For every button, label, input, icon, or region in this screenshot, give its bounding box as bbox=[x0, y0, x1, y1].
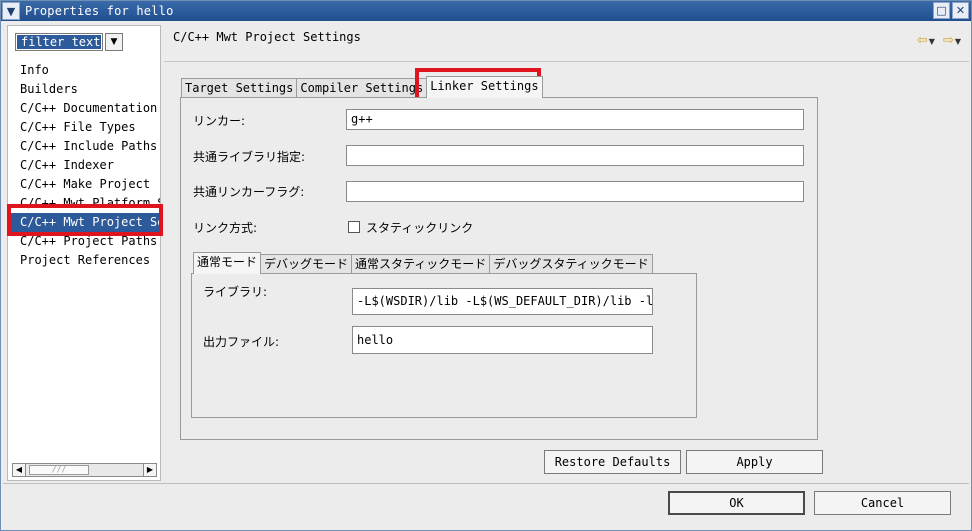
tab-linker-settings[interactable]: Linker Settings bbox=[426, 76, 543, 98]
tab-target-settings[interactable]: Target Settings bbox=[181, 78, 298, 98]
common-library-label: 共通ライブラリ指定: bbox=[193, 150, 306, 164]
sidebar-item-file-types[interactable]: C/C++ File Types bbox=[8, 118, 160, 137]
linker-label: リンカー: bbox=[193, 114, 246, 128]
filter-input[interactable]: filter text bbox=[15, 33, 103, 51]
properties-window: ▼ Properties for hello □ ✕ filter text ▼… bbox=[0, 0, 972, 531]
linker-field[interactable]: g++ bbox=[346, 109, 804, 130]
window-title: Properties for hello bbox=[25, 4, 174, 18]
chevron-down-icon[interactable]: ▼ bbox=[2, 2, 20, 20]
tab-normal-static-mode[interactable]: 通常スタティックモード bbox=[351, 254, 491, 274]
chevron-down-icon[interactable]: ▼ bbox=[105, 33, 123, 51]
sidebar-item-mwt-platform[interactable]: C/C++ Mwt Platform S bbox=[8, 194, 160, 213]
cancel-button[interactable]: Cancel bbox=[814, 491, 951, 515]
maximize-icon[interactable]: □ bbox=[933, 2, 950, 19]
scroll-right-icon[interactable]: ▶ bbox=[143, 464, 156, 476]
tab-debug-static-mode[interactable]: デバッグスタティックモード bbox=[489, 254, 653, 274]
output-file-field[interactable]: hello bbox=[352, 326, 653, 354]
tab-debug-mode[interactable]: デバッグモード bbox=[260, 254, 353, 274]
mode-tab-bar: 通常モード デバッグモード 通常スタティックモード デバッグスタティックモード bbox=[193, 252, 653, 274]
restore-defaults-button[interactable]: Restore Defaults bbox=[544, 450, 681, 474]
sidebar-item-documentation[interactable]: C/C++ Documentation bbox=[8, 99, 160, 118]
history-nav: ⇦▼ ⇨▼ bbox=[917, 33, 961, 48]
property-tree: Info Builders C/C++ Documentation C/C++ … bbox=[8, 61, 160, 270]
sidebar-item-mwt-project-settings[interactable]: C/C++ Mwt Project Se bbox=[8, 213, 160, 232]
sidebar-horizontal-scrollbar[interactable]: ◀ /// ▶ bbox=[12, 463, 157, 477]
common-linker-flags-label: 共通リンカーフラグ: bbox=[193, 185, 305, 199]
close-icon[interactable]: ✕ bbox=[952, 2, 969, 19]
scroll-left-icon[interactable]: ◀ bbox=[13, 464, 26, 476]
sidebar: filter text ▼ Info Builders C/C++ Docume… bbox=[7, 25, 161, 481]
library-label: ライブラリ: bbox=[203, 285, 268, 299]
sidebar-item-include-paths[interactable]: C/C++ Include Paths bbox=[8, 137, 160, 156]
sidebar-item-builders[interactable]: Builders bbox=[8, 80, 160, 99]
page-title: C/C++ Mwt Project Settings bbox=[173, 30, 361, 44]
apply-button[interactable]: Apply bbox=[686, 450, 823, 474]
sidebar-item-info[interactable]: Info bbox=[8, 61, 160, 80]
common-library-field[interactable] bbox=[346, 145, 804, 166]
scroll-thumb[interactable]: /// bbox=[29, 465, 89, 475]
library-field[interactable]: -L$(WSDIR)/lib -L$(WS_DEFAULT_DIR)/lib -… bbox=[352, 288, 653, 315]
ok-button[interactable]: OK bbox=[668, 491, 805, 515]
static-link-label[interactable]: スタティックリンク bbox=[366, 219, 473, 236]
filter-row: filter text ▼ bbox=[15, 33, 123, 51]
link-mode-label: リンク方式: bbox=[193, 221, 258, 235]
back-arrow-icon[interactable]: ⇦▼ bbox=[917, 33, 935, 48]
outer-tab-bar: Target Settings Compiler Settings Linker… bbox=[181, 76, 543, 98]
sidebar-item-indexer[interactable]: C/C++ Indexer bbox=[8, 156, 160, 175]
forward-arrow-icon[interactable]: ⇨▼ bbox=[943, 33, 961, 48]
output-file-label: 出力ファイル: bbox=[203, 335, 280, 349]
common-linker-flags-field[interactable] bbox=[346, 181, 804, 202]
static-link-checkbox[interactable] bbox=[348, 221, 360, 233]
title-bar[interactable]: ▼ Properties for hello □ ✕ bbox=[1, 1, 971, 21]
sidebar-item-make-project[interactable]: C/C++ Make Project bbox=[8, 175, 160, 194]
header-divider bbox=[164, 61, 969, 62]
tab-compiler-settings[interactable]: Compiler Settings bbox=[296, 78, 428, 98]
filter-text: filter text bbox=[17, 35, 101, 49]
footer-divider bbox=[3, 483, 969, 484]
window-controls: □ ✕ bbox=[933, 2, 969, 19]
sidebar-item-project-paths[interactable]: C/C++ Project Paths bbox=[8, 232, 160, 251]
tab-normal-mode[interactable]: 通常モード bbox=[193, 252, 262, 274]
sidebar-item-project-references[interactable]: Project References bbox=[8, 251, 160, 270]
